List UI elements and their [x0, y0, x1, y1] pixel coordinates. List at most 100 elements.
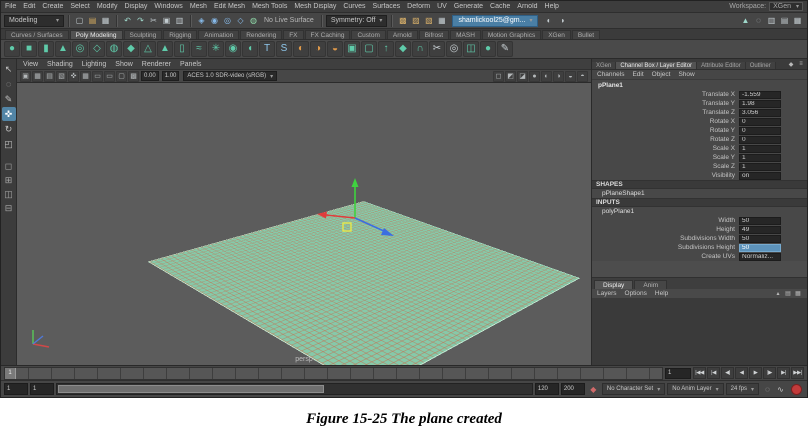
image-plane-icon[interactable]: ▧ — [56, 71, 67, 82]
step-back-key-button[interactable]: ◀| — [721, 367, 734, 379]
shelf-tab[interactable]: Bifrost — [419, 30, 449, 39]
panel-menu-icon[interactable]: ≡ — [797, 60, 805, 68]
menu-item[interactable]: Mesh Display — [294, 3, 336, 10]
make-live-icon[interactable]: ◍ — [247, 14, 260, 27]
render-current-frame-icon[interactable]: ▩ — [396, 14, 409, 27]
shape-node-name[interactable]: pPlaneShape1 — [592, 189, 807, 198]
graph-editor-icon[interactable]: ∿ — [774, 383, 787, 396]
boolean-union-icon[interactable]: ◐ — [293, 41, 309, 57]
platonic-solid-icon[interactable]: ◆ — [123, 41, 139, 57]
range-slider-handle[interactable] — [58, 385, 324, 393]
input-node-name[interactable]: polyPlane1 — [592, 207, 807, 216]
animation-end-field[interactable]: 200 — [561, 383, 585, 395]
poly-soccer-ball-icon[interactable]: ◉ — [225, 41, 241, 57]
layer-editor-tab[interactable]: Anim — [634, 280, 667, 289]
rotate-tool[interactable]: ↻ — [2, 122, 16, 136]
redo-icon[interactable]: ↷ — [134, 14, 147, 27]
channel-value-field[interactable]: 50 — [739, 217, 781, 225]
move-manipulator[interactable] — [300, 166, 410, 262]
poly-prism-icon[interactable]: ▲ — [157, 41, 173, 57]
poly-cube-icon[interactable]: ■ — [21, 41, 37, 57]
menu-item[interactable]: File — [5, 3, 16, 10]
mirror-icon[interactable]: ◫ — [463, 41, 479, 57]
menu-set-selector[interactable]: Modeling — [4, 15, 64, 27]
paint-select-tool[interactable]: ✎ — [2, 92, 16, 106]
gate-mask-icon[interactable]: ▢ — [116, 71, 127, 82]
current-frame-marker[interactable]: 1 — [5, 368, 16, 379]
persp-outliner-layout[interactable]: ⊟ — [2, 202, 16, 214]
separate-icon[interactable]: ▢ — [361, 41, 377, 57]
channel-value-field[interactable]: Normaliz... — [739, 253, 781, 261]
isolate-select-icon[interactable]: ◻ — [493, 71, 504, 82]
shelf-tab[interactable]: Animation — [198, 30, 239, 39]
panel-menu-item[interactable]: Shading — [47, 61, 73, 68]
panel-menu-item[interactable]: View — [23, 61, 38, 68]
panel-menu-item[interactable]: Renderer — [142, 61, 171, 68]
anti-aliasing-icon[interactable]: ◓ — [577, 71, 588, 82]
poly-cone-icon[interactable]: ▲ — [55, 41, 71, 57]
boolean-intersection-icon[interactable]: ◒ — [327, 41, 343, 57]
paste-icon[interactable]: ▥ — [173, 14, 186, 27]
shadows-icon[interactable]: ◑ — [553, 71, 564, 82]
combine-icon[interactable]: ▣ — [344, 41, 360, 57]
channel-box-menu-item[interactable]: Object — [652, 71, 671, 78]
sidebar-tab[interactable]: XGen — [592, 62, 616, 69]
play-forwards-button[interactable]: ▶ — [749, 367, 762, 379]
screen-space-ao-icon[interactable]: ◒ — [565, 71, 576, 82]
layer-list[interactable] — [592, 299, 807, 365]
menu-item[interactable]: Arnold — [517, 3, 537, 10]
menu-item[interactable]: Curves — [343, 3, 365, 10]
select-tool[interactable]: ↖ — [2, 62, 16, 76]
anim-layer-selector[interactable]: No Anim Layer — [667, 383, 723, 395]
menu-item[interactable]: Deform — [407, 3, 430, 10]
multi-cut-icon[interactable]: ✂ — [429, 41, 445, 57]
save-scene-icon[interactable]: ▦ — [99, 14, 112, 27]
menu-item[interactable]: Modify — [97, 3, 118, 10]
create-empty-layer-icon[interactable]: ▤ — [784, 290, 792, 298]
scale-tool[interactable]: ◰ — [2, 137, 16, 151]
tool-settings-icon[interactable]: ▤ — [778, 14, 791, 27]
set-key-icon[interactable]: ◆ — [587, 383, 600, 396]
open-scene-icon[interactable]: ▤ — [86, 14, 99, 27]
light-editor-icon[interactable]: ◑ — [555, 14, 568, 27]
poly-helix-icon[interactable]: ≈ — [191, 41, 207, 57]
menu-item[interactable]: Windows — [154, 3, 182, 10]
channel-box-menu-item[interactable]: Show — [678, 71, 694, 78]
channel-value-field[interactable]: 3.056 — [739, 109, 781, 117]
channel-value-field[interactable]: 1 — [739, 154, 781, 162]
channel-value-field[interactable]: 0 — [739, 127, 781, 135]
sidebar-tab[interactable]: Outliner — [746, 62, 776, 69]
colorspace-selector[interactable]: ACES 1.0 SDR-video (sRGB) — [183, 71, 277, 81]
xray-icon[interactable]: ◩ — [505, 71, 516, 82]
time-slider[interactable]: 1 — [4, 367, 663, 380]
account-field[interactable]: shamlickool25@gm... — [452, 15, 538, 27]
shelf-tab[interactable]: Rendering — [240, 30, 282, 39]
poly-pyramid-icon[interactable]: △ — [140, 41, 156, 57]
layer-editor-menu-item[interactable]: Help — [655, 290, 668, 297]
menu-item[interactable]: Edit Mesh — [214, 3, 245, 10]
auto-key-button[interactable] — [791, 384, 802, 395]
grid-icon[interactable]: ▦ — [80, 71, 91, 82]
undo-icon[interactable]: ↶ — [121, 14, 134, 27]
shelf-tab[interactable]: Custom — [351, 30, 385, 39]
menu-item[interactable]: Select — [70, 3, 89, 10]
poly-gear-icon[interactable]: ✳ — [208, 41, 224, 57]
channel-value-field[interactable]: 1 — [739, 145, 781, 153]
camera-attributes-icon[interactable]: ▦ — [32, 71, 43, 82]
object-name[interactable]: pPlane1 — [592, 80, 807, 90]
shelf-tab[interactable]: Motion Graphics — [482, 30, 541, 39]
menu-item[interactable]: Edit — [23, 3, 35, 10]
channel-value-field[interactable]: 0 — [739, 118, 781, 126]
poly-disc-icon[interactable]: ◍ — [106, 41, 122, 57]
channel-value-field[interactable]: on — [739, 172, 781, 180]
sidebar-tab[interactable]: Channel Box / Layer Editor — [616, 62, 697, 69]
character-set-selector[interactable]: No Character Set — [602, 383, 665, 395]
exposure-field[interactable]: 0.00 — [141, 71, 159, 81]
panel-menu-item[interactable]: Lighting — [82, 61, 107, 68]
render-sequence-icon[interactable]: ▧ — [422, 14, 435, 27]
film-gate-icon[interactable]: ▭ — [92, 71, 103, 82]
current-frame-field[interactable]: 1 — [665, 368, 691, 379]
channel-value-field[interactable]: 0 — [739, 136, 781, 144]
layer-editor-menu-item[interactable]: Layers — [597, 290, 617, 297]
go-to-start-button[interactable]: |◀◀ — [693, 367, 706, 379]
